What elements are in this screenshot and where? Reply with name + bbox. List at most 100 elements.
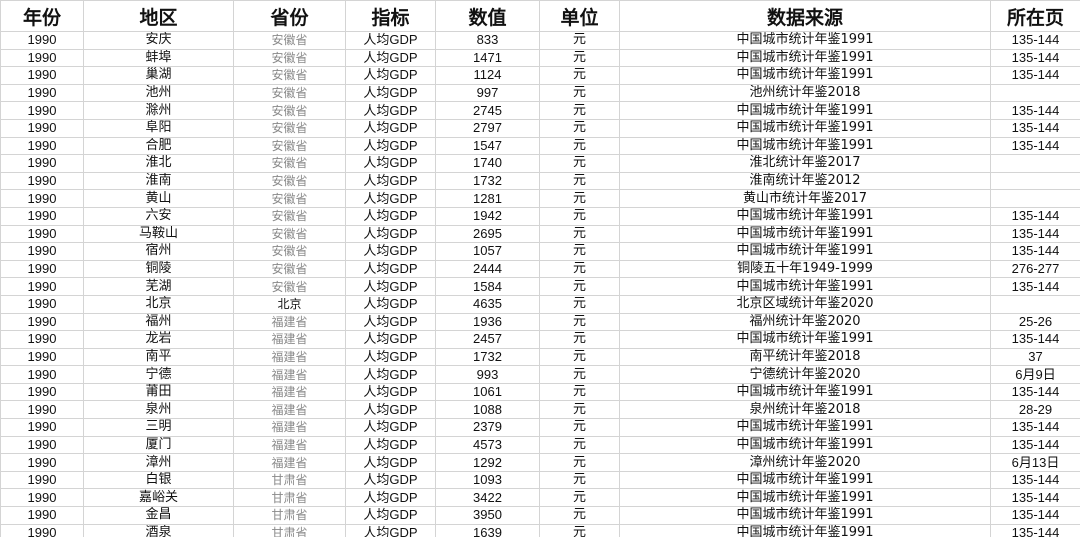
cell-unit[interactable]: 元 bbox=[539, 435, 620, 455]
cell-source[interactable]: 中国城市统计年鉴1991 bbox=[619, 66, 991, 85]
cell-indicator[interactable]: 人均GDP bbox=[345, 259, 436, 279]
cell-page[interactable]: 135-144 bbox=[990, 48, 1080, 68]
cell-source[interactable]: 福州统计年鉴2020 bbox=[619, 312, 991, 332]
cell-province[interactable]: 甘肃省 bbox=[233, 506, 346, 525]
header-cell-year[interactable]: 年份 bbox=[0, 0, 84, 32]
cell-province[interactable]: 安徽省 bbox=[233, 136, 346, 156]
cell-unit[interactable]: 元 bbox=[539, 66, 620, 85]
cell-value[interactable]: 993 bbox=[435, 365, 540, 384]
cell-province[interactable]: 安徽省 bbox=[233, 101, 346, 120]
cell-region[interactable]: 芜湖 bbox=[83, 277, 234, 296]
cell-indicator[interactable]: 人均GDP bbox=[345, 470, 436, 490]
cell-unit[interactable]: 元 bbox=[539, 242, 620, 261]
cell-source[interactable]: 铜陵五十年1949-1999 bbox=[619, 259, 991, 279]
cell-value[interactable]: 1124 bbox=[435, 66, 540, 85]
cell-year[interactable]: 1990 bbox=[0, 48, 84, 68]
cell-source[interactable]: 中国城市统计年鉴1991 bbox=[619, 242, 991, 261]
cell-unit[interactable]: 元 bbox=[539, 523, 620, 537]
cell-province[interactable]: 安徽省 bbox=[233, 206, 346, 226]
cell-unit[interactable]: 元 bbox=[539, 136, 620, 156]
cell-source[interactable]: 泉州统计年鉴2018 bbox=[619, 400, 991, 420]
cell-unit[interactable]: 元 bbox=[539, 418, 620, 437]
cell-region[interactable]: 六安 bbox=[83, 206, 234, 226]
cell-indicator[interactable]: 人均GDP bbox=[345, 365, 436, 384]
cell-source[interactable]: 淮南统计年鉴2012 bbox=[619, 171, 991, 191]
cell-value[interactable]: 4635 bbox=[435, 294, 540, 314]
cell-value[interactable]: 1942 bbox=[435, 206, 540, 226]
cell-source[interactable]: 中国城市统计年鉴1991 bbox=[619, 31, 991, 50]
cell-source[interactable]: 中国城市统计年鉴1991 bbox=[619, 48, 991, 68]
cell-indicator[interactable]: 人均GDP bbox=[345, 330, 436, 349]
cell-unit[interactable]: 元 bbox=[539, 312, 620, 332]
cell-source[interactable]: 中国城市统计年鉴1991 bbox=[619, 136, 991, 156]
cell-page[interactable]: 135-144 bbox=[990, 206, 1080, 226]
cell-region[interactable]: 滁州 bbox=[83, 101, 234, 120]
cell-region[interactable]: 三明 bbox=[83, 418, 234, 437]
cell-page[interactable]: 135-144 bbox=[990, 506, 1080, 525]
cell-year[interactable]: 1990 bbox=[0, 154, 84, 173]
cell-year[interactable]: 1990 bbox=[0, 382, 84, 402]
cell-unit[interactable]: 元 bbox=[539, 506, 620, 525]
cell-value[interactable]: 2457 bbox=[435, 330, 540, 349]
cell-region[interactable]: 泉州 bbox=[83, 400, 234, 420]
cell-value[interactable]: 833 bbox=[435, 31, 540, 50]
cell-region[interactable]: 淮北 bbox=[83, 154, 234, 173]
cell-region[interactable]: 阜阳 bbox=[83, 118, 234, 138]
cell-value[interactable]: 1093 bbox=[435, 470, 540, 490]
cell-source[interactable]: 中国城市统计年鉴1991 bbox=[619, 435, 991, 455]
cell-province[interactable]: 安徽省 bbox=[233, 66, 346, 85]
cell-province[interactable]: 福建省 bbox=[233, 312, 346, 332]
cell-year[interactable]: 1990 bbox=[0, 83, 84, 103]
cell-year[interactable]: 1990 bbox=[0, 488, 84, 508]
cell-province[interactable]: 安徽省 bbox=[233, 118, 346, 138]
cell-province[interactable]: 福建省 bbox=[233, 382, 346, 402]
cell-province[interactable]: 安徽省 bbox=[233, 242, 346, 261]
cell-province[interactable]: 福建省 bbox=[233, 435, 346, 455]
cell-page[interactable]: 135-144 bbox=[990, 118, 1080, 138]
cell-year[interactable]: 1990 bbox=[0, 418, 84, 437]
cell-region[interactable]: 龙岩 bbox=[83, 330, 234, 349]
header-cell-indicator[interactable]: 指标 bbox=[345, 0, 436, 32]
cell-unit[interactable]: 元 bbox=[539, 83, 620, 103]
cell-year[interactable]: 1990 bbox=[0, 294, 84, 314]
cell-indicator[interactable]: 人均GDP bbox=[345, 171, 436, 191]
cell-year[interactable]: 1990 bbox=[0, 347, 84, 367]
cell-page[interactable]: 135-144 bbox=[990, 101, 1080, 120]
cell-page[interactable]: 135-144 bbox=[990, 66, 1080, 85]
cell-region[interactable]: 白银 bbox=[83, 470, 234, 490]
cell-year[interactable]: 1990 bbox=[0, 312, 84, 332]
header-cell-value[interactable]: 数值 bbox=[435, 0, 540, 32]
cell-province[interactable]: 福建省 bbox=[233, 365, 346, 384]
cell-unit[interactable]: 元 bbox=[539, 382, 620, 402]
cell-indicator[interactable]: 人均GDP bbox=[345, 382, 436, 402]
cell-region[interactable]: 宿州 bbox=[83, 242, 234, 261]
cell-unit[interactable]: 元 bbox=[539, 453, 620, 472]
cell-province[interactable]: 安徽省 bbox=[233, 48, 346, 68]
cell-region[interactable]: 福州 bbox=[83, 312, 234, 332]
cell-year[interactable]: 1990 bbox=[0, 118, 84, 138]
cell-page[interactable]: 25-26 bbox=[990, 312, 1080, 332]
cell-indicator[interactable]: 人均GDP bbox=[345, 277, 436, 296]
cell-indicator[interactable]: 人均GDP bbox=[345, 224, 436, 244]
cell-value[interactable]: 1584 bbox=[435, 277, 540, 296]
cell-source[interactable]: 中国城市统计年鉴1991 bbox=[619, 382, 991, 402]
cell-year[interactable]: 1990 bbox=[0, 453, 84, 472]
cell-indicator[interactable]: 人均GDP bbox=[345, 506, 436, 525]
cell-unit[interactable]: 元 bbox=[539, 31, 620, 50]
cell-page[interactable]: 135-144 bbox=[990, 330, 1080, 349]
cell-value[interactable]: 1740 bbox=[435, 154, 540, 173]
cell-year[interactable]: 1990 bbox=[0, 189, 84, 208]
cell-province[interactable]: 甘肃省 bbox=[233, 470, 346, 490]
cell-province[interactable]: 福建省 bbox=[233, 418, 346, 437]
cell-page[interactable]: 135-144 bbox=[990, 523, 1080, 537]
cell-page[interactable]: 276-277 bbox=[990, 259, 1080, 279]
cell-unit[interactable]: 元 bbox=[539, 48, 620, 68]
cell-source[interactable]: 中国城市统计年鉴1991 bbox=[619, 206, 991, 226]
cell-unit[interactable]: 元 bbox=[539, 330, 620, 349]
cell-province[interactable]: 安徽省 bbox=[233, 83, 346, 103]
cell-region[interactable]: 合肥 bbox=[83, 136, 234, 156]
cell-value[interactable]: 2379 bbox=[435, 418, 540, 437]
cell-value[interactable]: 1732 bbox=[435, 171, 540, 191]
cell-page[interactable]: 6月13日 bbox=[990, 453, 1080, 472]
cell-page[interactable]: 135-144 bbox=[990, 418, 1080, 437]
